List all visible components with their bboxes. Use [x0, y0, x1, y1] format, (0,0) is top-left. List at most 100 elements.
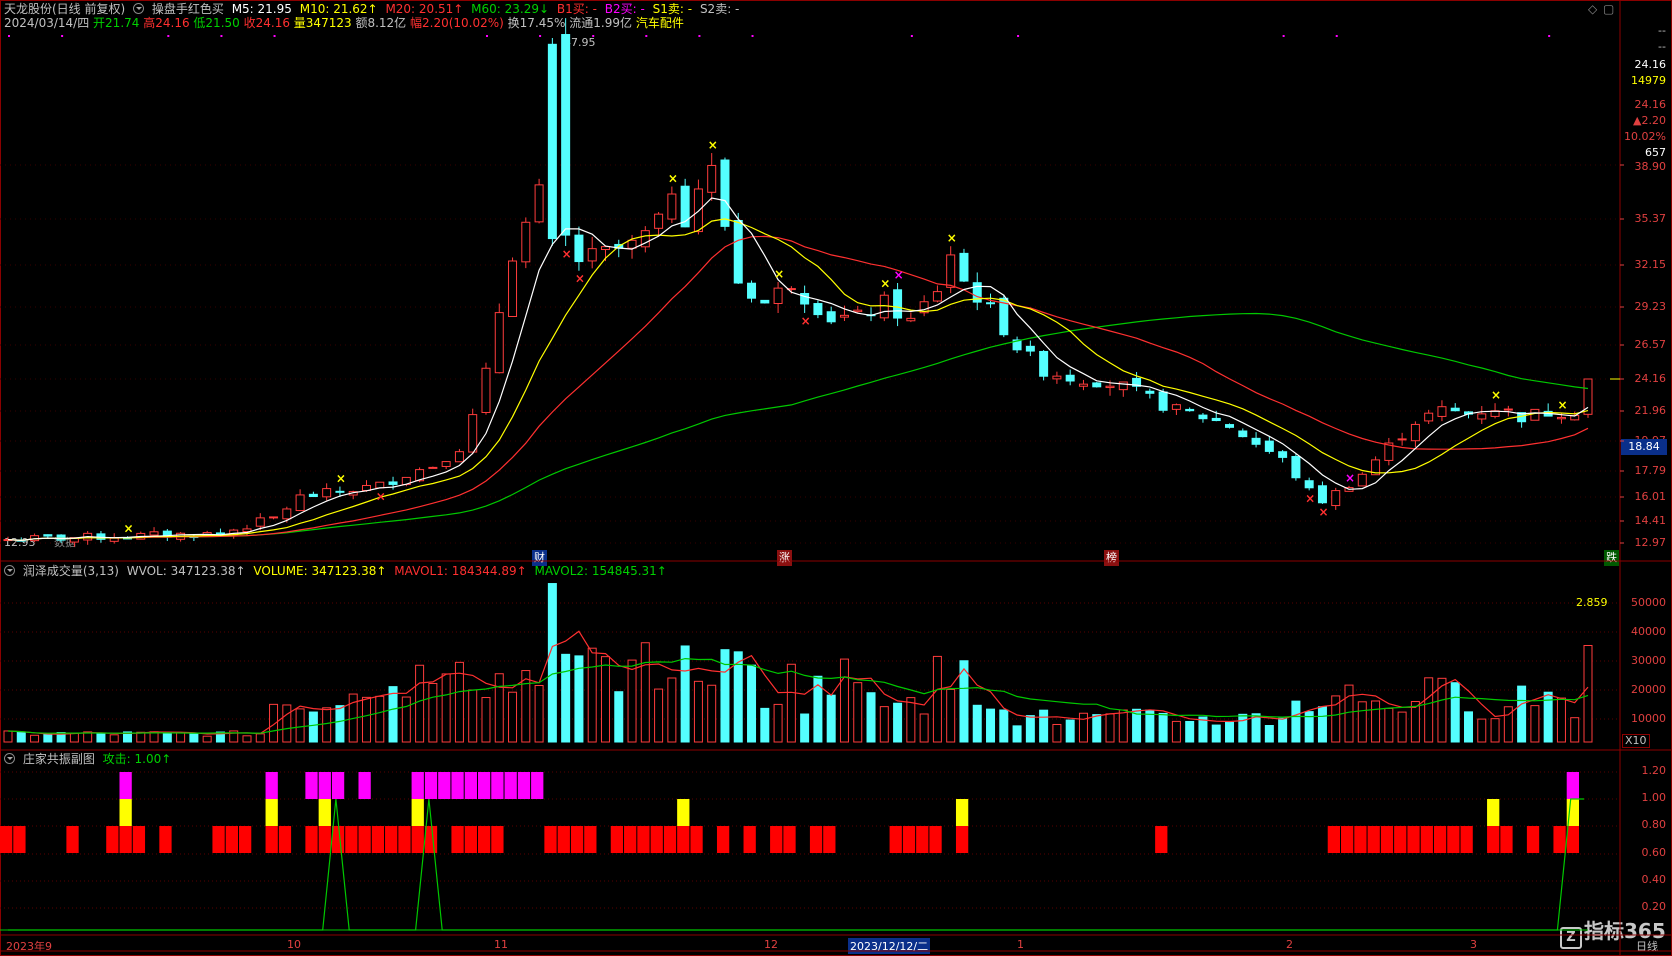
sub-red-block [451, 826, 464, 853]
candle-body [1477, 413, 1487, 420]
candle-body [693, 188, 703, 233]
sub-red-block [132, 826, 146, 853]
sub-magenta-block [265, 772, 278, 799]
volume-bar [1357, 701, 1367, 743]
volume-bar [308, 711, 318, 743]
volume-bar [693, 680, 703, 743]
signal-dot [1548, 35, 1551, 37]
volume-bar [627, 659, 637, 743]
candle-body [43, 534, 53, 537]
signal-dot [61, 35, 64, 37]
ma60-line [7, 312, 1589, 542]
volume-bar [43, 734, 53, 743]
volume-bar [640, 642, 650, 743]
sub-red-block [1433, 826, 1447, 853]
signal-marker: × [774, 267, 784, 281]
volume-bar [481, 697, 491, 743]
candle-body [1304, 480, 1314, 489]
volume-bar [587, 647, 597, 743]
candle-body [255, 517, 265, 527]
volume-bar [614, 691, 624, 743]
volume-bar [428, 682, 438, 743]
signal-marker: × [1318, 505, 1328, 519]
sub-red-block [677, 826, 690, 853]
sub-red-block [318, 826, 331, 853]
sub-magenta-block [1566, 772, 1579, 799]
sub-yellow-block [677, 799, 690, 826]
signal-dot [539, 35, 542, 37]
volume-bar [335, 705, 345, 743]
signal-dot [910, 35, 913, 37]
volume-bar [800, 713, 810, 743]
sub-red-block [491, 826, 504, 853]
signal-dot [1017, 35, 1020, 37]
sub-red-block [1500, 826, 1513, 853]
volume-bar [494, 673, 504, 743]
candle-body [1158, 391, 1168, 411]
candle-body [1503, 408, 1513, 411]
volume-bar [1118, 709, 1128, 743]
candle-body [534, 184, 544, 223]
signal-marker: × [562, 247, 572, 261]
candle-body [1556, 416, 1566, 420]
sub-red-block [570, 826, 584, 853]
signal-marker: × [947, 231, 957, 245]
signal-marker: × [708, 138, 718, 152]
candle-body [587, 248, 597, 262]
candle-body [1078, 383, 1088, 387]
sub-red-block [1447, 826, 1460, 853]
candle-body [1397, 438, 1407, 441]
volume-bar [96, 732, 106, 743]
volume-bar [361, 696, 371, 743]
sub-red-block [1327, 826, 1341, 853]
volume-bar [388, 686, 398, 743]
volume-bar [295, 708, 305, 743]
volume-bar [1517, 685, 1527, 743]
candle-body [733, 219, 743, 284]
sub-magenta-block [358, 772, 371, 799]
volume-bar [1317, 706, 1327, 743]
volume-bar [136, 731, 146, 743]
candle-body [1025, 345, 1035, 352]
chart-canvas[interactable]: ××××××××××××××××× [0, 0, 1672, 956]
volume-bar [1078, 712, 1088, 743]
candle-body [1198, 414, 1208, 420]
sub-red-block [106, 826, 119, 853]
sub-red-block [650, 826, 663, 853]
sub-red-block [610, 826, 624, 853]
volume-bar [1039, 709, 1049, 743]
volume-bar [733, 651, 743, 743]
volume-bar [972, 704, 982, 743]
candle-body [428, 466, 438, 469]
signal-marker: × [1491, 388, 1501, 402]
volume-bar [1397, 711, 1407, 743]
volume-bar [401, 696, 411, 743]
volume-bar [69, 732, 79, 743]
sub-magenta-block [531, 772, 544, 799]
volume-bar [600, 656, 610, 743]
volume-bar [919, 713, 929, 743]
volume-bar [454, 661, 464, 743]
sub-yellow-block [318, 799, 331, 826]
candle-body [269, 516, 279, 519]
candle-body [906, 317, 916, 322]
attack-line [8, 798, 1584, 931]
volume-bar [680, 645, 690, 743]
signal-dot [698, 35, 701, 37]
sub-red-block [0, 826, 13, 853]
candle-body [295, 494, 305, 512]
sub-magenta-block [517, 772, 531, 799]
volume-bar [1424, 677, 1434, 743]
sub-red-block [783, 826, 796, 853]
candle-body [1065, 374, 1075, 382]
sub-red-block [770, 826, 783, 853]
candle-body [441, 461, 451, 467]
sub-red-block [119, 826, 132, 853]
sub-red-block [955, 826, 969, 853]
candle-body [1264, 440, 1274, 452]
volume-bar [1530, 705, 1540, 743]
candle-body [667, 193, 677, 220]
sub-red-block [411, 826, 424, 853]
signal-marker: × [376, 489, 386, 503]
candle-body [627, 239, 637, 249]
